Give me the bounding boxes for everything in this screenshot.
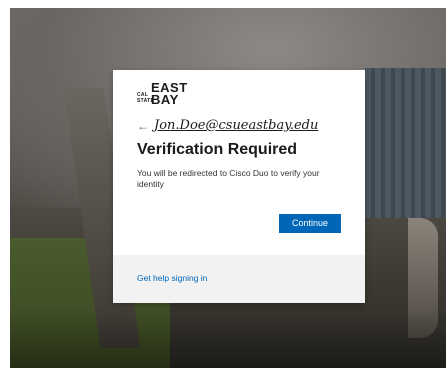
sign-in-card: CAL STATE EAST BAY ← Jon.Doe@csueastbay.… [113,70,365,303]
continue-button[interactable]: Continue [279,214,341,233]
page-title: Verification Required [137,141,298,158]
university-logo: CAL STATE EAST BAY [137,80,207,108]
background-building [365,68,446,218]
background-shade [10,308,446,368]
redirect-description: You will be redirected to Cisco Duo to v… [137,168,320,189]
help-signing-in-link[interactable]: Get help signing in [137,273,207,284]
account-identity: Jon.Doe@csueastbay.edu [154,118,319,133]
card-footer: Get help signing in [113,255,365,303]
logo-small-text: CAL STATE [137,92,155,104]
left-arrow-icon[interactable]: ← [137,118,149,134]
logo-big-text: EAST BAY [151,80,188,107]
identity-row: ← Jon.Doe@csueastbay.edu [137,118,318,134]
